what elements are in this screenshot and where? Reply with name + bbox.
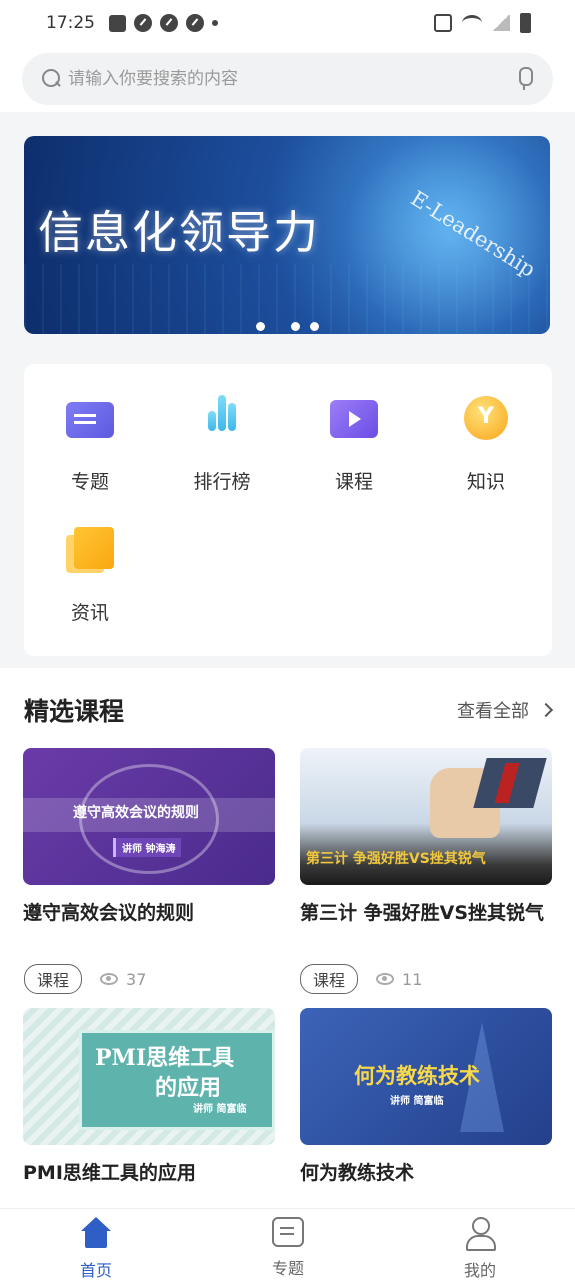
menu-item-knowledge[interactable]: 知识 — [420, 364, 552, 494]
status-time: 17:25 — [46, 13, 95, 33]
menu-item-label: 知识 — [466, 471, 505, 493]
carousel-dot[interactable] — [256, 322, 265, 331]
view-count: 11 — [402, 969, 423, 989]
menu-item-label: 排行榜 — [193, 471, 251, 493]
notification-icon — [109, 14, 126, 32]
tab-mine[interactable]: 我的 — [420, 1217, 540, 1280]
home-icon — [79, 1217, 113, 1249]
course-card[interactable]: PMI思维工具 的应用 讲师 简富临 PMI思维工具的应用 — [23, 1008, 275, 1188]
course-title: 第三计 争强好胜VS挫其锐气 — [300, 902, 545, 924]
search-area — [0, 46, 575, 112]
banner-title: 信息化领导力 — [38, 206, 321, 259]
menu-item-course[interactable]: 课程 — [288, 364, 420, 494]
course-title: PMI思维工具的应用 — [23, 1162, 196, 1184]
thumbnail-title: PMI思维工具 — [95, 1045, 235, 1071]
vibrate-icon — [434, 14, 452, 32]
view-count: 37 — [126, 969, 147, 989]
thumbnail-title: 第三计 争强好胜VS挫其锐气 — [306, 851, 486, 867]
thumbnail-title: 何为教练技术 — [354, 1064, 480, 1088]
course-tag: 课程 — [300, 964, 359, 994]
course-meta: 课程 37 — [24, 964, 146, 994]
knowledge-icon — [458, 394, 514, 443]
eye-icon — [376, 973, 395, 985]
app-notification-icon — [134, 14, 152, 32]
app-notification-icon — [186, 14, 204, 32]
chevron-right-icon — [538, 702, 554, 718]
thumbnail-lecturer: 讲师 简富临 — [193, 1104, 247, 1115]
menu-item-ranking[interactable]: 排行榜 — [156, 364, 288, 494]
course-title: 何为教练技术 — [300, 1162, 415, 1184]
view-all-label: 查看全部 — [457, 701, 529, 722]
banner-subtitle: E-Leadership — [406, 186, 540, 282]
course-card[interactable]: 遵守高效会议的规则 讲师 钟海涛 遵守高效会议的规则 — [23, 748, 275, 928]
thumbnail-title-line2: 的应用 — [155, 1075, 222, 1101]
topic-icon — [62, 394, 118, 443]
tab-label: 我的 — [463, 1261, 496, 1280]
bottom-tab-bar: 首页 专题 我的 — [0, 1208, 575, 1280]
course-thumbnail: 第三计 争强好胜VS挫其锐气 — [300, 748, 552, 885]
microphone-icon[interactable] — [515, 67, 533, 91]
course-title: 遵守高效会议的规则 — [23, 902, 195, 924]
course-meta: 课程 11 — [300, 964, 422, 994]
menu-item-label: 课程 — [334, 471, 373, 493]
app-notification-icon — [160, 14, 178, 32]
carousel-indicator — [256, 322, 319, 331]
search-icon — [42, 69, 62, 89]
view-all-link[interactable]: 查看全部 — [457, 697, 554, 723]
menu-item-news[interactable]: 资讯 — [24, 495, 156, 625]
course-thumbnail: 遵守高效会议的规则 讲师 钟海涛 — [23, 748, 275, 885]
user-icon — [464, 1217, 496, 1251]
wifi-icon — [462, 15, 482, 31]
tab-home[interactable]: 首页 — [36, 1217, 156, 1280]
news-icon — [62, 525, 118, 574]
course-thumbnail: 何为教练技术 讲师 简富临 — [300, 1008, 552, 1145]
search-bar[interactable] — [22, 53, 553, 105]
thumbnail-lecturer: 讲师 简富临 — [390, 1096, 444, 1107]
carousel-dot[interactable] — [310, 322, 319, 331]
thumbnail-title: 遵守高效会议的规则 — [73, 805, 199, 821]
eye-icon — [100, 973, 119, 985]
carousel-dot[interactable] — [291, 322, 300, 331]
course-card[interactable]: 何为教练技术 讲师 简富临 何为教练技术 — [300, 1008, 552, 1188]
course-thumbnail: PMI思维工具 的应用 讲师 简富临 — [23, 1008, 275, 1145]
menu-item-label: 专题 — [70, 471, 109, 493]
search-input[interactable] — [68, 69, 515, 89]
tab-topic[interactable]: 专题 — [228, 1217, 348, 1279]
status-bar: 17:25 — [0, 0, 575, 46]
topic-icon — [272, 1217, 304, 1247]
menu-item-label: 资讯 — [70, 602, 109, 624]
more-notifications-icon — [212, 20, 218, 26]
menu-item-topic[interactable]: 专题 — [24, 364, 156, 494]
course-icon — [326, 394, 382, 443]
section-title: 精选课程 — [24, 697, 125, 726]
ranking-icon — [194, 394, 250, 443]
tab-label: 专题 — [271, 1259, 304, 1278]
tab-label: 首页 — [79, 1261, 112, 1280]
battery-icon — [520, 13, 531, 33]
thumbnail-lecturer: 讲师 钟海涛 — [113, 838, 182, 857]
category-menu: 专题 排行榜 课程 知识 资讯 — [24, 364, 552, 656]
course-tag: 课程 — [24, 964, 83, 994]
banner-carousel[interactable]: 信息化领导力 E-Leadership — [24, 136, 550, 334]
signal-icon — [492, 15, 510, 31]
course-card[interactable]: 第三计 争强好胜VS挫其锐气 第三计 争强好胜VS挫其锐气 — [300, 748, 552, 928]
